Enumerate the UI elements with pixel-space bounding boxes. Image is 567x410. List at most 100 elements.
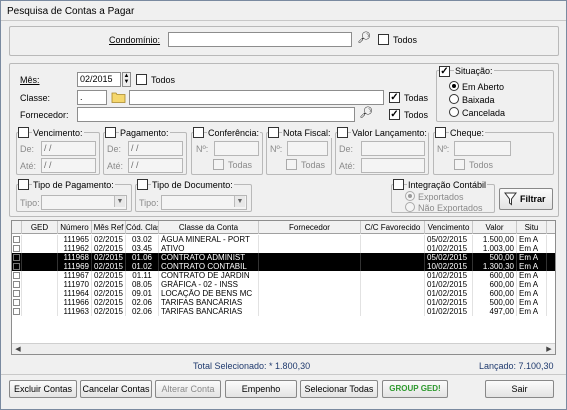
pagamento-label: Pagamento: xyxy=(119,128,170,138)
row-checkbox-icon[interactable] xyxy=(13,290,20,297)
empenho-button[interactable]: Empenho xyxy=(225,380,297,398)
conferencia-checkbox[interactable] xyxy=(193,127,204,138)
column-header-fornecedor[interactable]: Fornecedor xyxy=(259,221,361,234)
nota-fiscal-no-field[interactable] xyxy=(287,141,328,156)
mes-spin-button[interactable]: ▲ ▼ xyxy=(122,72,131,87)
situacao-checkbox[interactable]: ✓ xyxy=(439,66,450,77)
situacao-baixada-radio[interactable] xyxy=(449,94,459,104)
window: Pesquisa de Contas a Pagar Condomínio: 🔎… xyxy=(0,0,567,410)
column-header-c-d-classe[interactable]: Cód. Classe xyxy=(126,221,159,234)
mes-todos-checkbox[interactable] xyxy=(136,74,147,85)
conferencia-todas-checkbox[interactable] xyxy=(213,159,224,170)
situacao-em-aberto-radio[interactable] xyxy=(449,81,459,91)
row-checkbox-icon[interactable] xyxy=(13,281,20,288)
binoculars-icon[interactable]: 🔎︎ xyxy=(357,31,371,44)
filtrar-button[interactable]: Filtrar xyxy=(499,188,553,210)
valor-lancamento-ate-field[interactable] xyxy=(361,158,425,173)
excluir-contas-button[interactable]: Excluir Contas xyxy=(9,380,77,398)
cell-fornecedor xyxy=(259,271,361,280)
column-header-c-c-favorecido[interactable]: C/C Favorecido xyxy=(361,221,425,234)
tipo-pagamento-checkbox[interactable] xyxy=(18,179,29,190)
cheque-todos-checkbox[interactable] xyxy=(454,159,465,170)
column-header-ged[interactable]: GED xyxy=(22,221,58,234)
row-indicator[interactable] xyxy=(12,289,22,298)
scroll-left-icon[interactable]: ◀ xyxy=(13,345,23,354)
column-header-situ[interactable]: Situ xyxy=(517,221,547,234)
column-header-classe-da-conta[interactable]: Classe da Conta xyxy=(159,221,259,234)
tipo-documento-dropdown-icon[interactable]: ▼ xyxy=(234,196,245,207)
table-row[interactable]: 111965 02/2015 03.02 ÁGUA MINERAL - PORT 05/… xyxy=(12,235,555,244)
vencimento-checkbox[interactable] xyxy=(18,127,29,138)
pagamento-ate-field[interactable]: / / xyxy=(128,158,183,173)
mes-field[interactable]: 02/2015 xyxy=(77,72,121,87)
cancelar-contas-button[interactable]: Cancelar Contas xyxy=(80,380,152,398)
table-row[interactable]: 111966 02/2015 02.06 TARIFAS BANCÁRIAS 01/02… xyxy=(12,298,555,307)
row-indicator[interactable] xyxy=(12,253,22,262)
table-row[interactable]: 111963 02/2015 02.06 TARIFAS BANCÁRIAS 01/02… xyxy=(12,307,555,316)
cheque-no-field[interactable] xyxy=(454,141,511,156)
row-checkbox-icon[interactable] xyxy=(13,308,20,315)
situacao-cancelada-radio[interactable] xyxy=(449,107,459,117)
table-row[interactable]: 111968 02/2015 01.06 CONTRATO ADMINIST 05/02… xyxy=(12,253,555,262)
column-header-valor[interactable]: Valor xyxy=(473,221,517,234)
valor-lancamento-de-field[interactable] xyxy=(361,141,425,156)
tipo-pagamento-dropdown-icon[interactable]: ▼ xyxy=(114,196,125,207)
cell-mes: 02/2015 xyxy=(92,262,126,271)
nao-exportados-radio[interactable] xyxy=(405,202,415,212)
row-indicator[interactable] xyxy=(12,298,22,307)
cell-mes: 02/2015 xyxy=(92,235,126,244)
pagamento-checkbox[interactable] xyxy=(105,127,116,138)
valor-lancamento-checkbox[interactable] xyxy=(337,127,348,138)
row-checkbox-icon[interactable] xyxy=(13,245,20,252)
column-header-vencimento[interactable]: Vencimento xyxy=(425,221,473,234)
row-indicator[interactable] xyxy=(12,235,22,244)
group-ged-button[interactable]: GROUP GED! xyxy=(382,380,448,398)
table-row[interactable]: 111969 02/2015 01.02 CONTRATO CONTABIL 10/02… xyxy=(12,262,555,271)
sair-button[interactable]: Sair xyxy=(485,380,554,398)
vencimento-ate-field[interactable]: / / xyxy=(41,158,96,173)
alterar-conta-button[interactable]: Alterar Conta xyxy=(155,380,221,398)
table-row[interactable]: 111964 02/2015 09.01 LOCAÇÃO DE BENS MC 01/0… xyxy=(12,289,555,298)
row-checkbox-icon[interactable] xyxy=(13,299,20,306)
fornecedor-field[interactable] xyxy=(77,107,355,122)
exportados-radio[interactable] xyxy=(405,191,415,201)
classe-todas-checkbox[interactable]: ✓ xyxy=(389,92,400,103)
row-checkbox-icon[interactable] xyxy=(13,254,20,261)
row-indicator[interactable] xyxy=(12,280,22,289)
selecionar-todas-button[interactable]: Selecionar Todas xyxy=(300,380,378,398)
horizontal-scrollbar[interactable]: ◀ ▶ xyxy=(12,343,555,354)
classe-code-field[interactable]: . xyxy=(77,90,107,105)
cell-sit: Em A xyxy=(517,235,547,244)
nota-fiscal-checkbox[interactable] xyxy=(268,127,279,138)
row-indicator[interactable] xyxy=(12,244,22,253)
integracao-checkbox[interactable] xyxy=(393,179,404,190)
tipo-documento-checkbox[interactable] xyxy=(137,179,148,190)
row-indicator[interactable] xyxy=(12,271,22,280)
table-row[interactable]: 111970 02/2015 08.05 GRÁFICA - 02 - INSS 01/… xyxy=(12,280,555,289)
vencimento-de-field[interactable]: / / xyxy=(41,141,96,156)
pagamento-de-field[interactable]: / / xyxy=(128,141,183,156)
column-header-n-mero[interactable]: Número xyxy=(58,221,92,234)
row-indicator[interactable] xyxy=(12,262,22,271)
table-row[interactable]: 111962 02/2015 03.45 ATIVO 01/02/2015 1.003,0… xyxy=(12,244,555,253)
table-row[interactable]: 111967 02/2015 01.11 CONTRATO DE JARDIN 01/0… xyxy=(12,271,555,280)
condominio-field[interactable] xyxy=(168,32,352,47)
contas-grid[interactable]: GEDNúmeroMês RefCód. ClasseClasse da Con… xyxy=(11,220,556,355)
row-indicator[interactable] xyxy=(12,307,22,316)
conferencia-no-field[interactable] xyxy=(214,141,259,156)
cell-sit: Em A xyxy=(517,271,547,280)
row-checkbox-icon[interactable] xyxy=(13,236,20,243)
vencimento-label: Vencimento: xyxy=(32,128,84,138)
column-header-m-s-ref[interactable]: Mês Ref xyxy=(92,221,126,234)
conferencia-label: Conferência: xyxy=(207,128,261,138)
cheque-checkbox[interactable] xyxy=(435,127,446,138)
row-checkbox-icon[interactable] xyxy=(13,263,20,270)
fornecedor-search-icon[interactable]: 🔎︎ xyxy=(359,106,373,119)
condominio-todos-checkbox[interactable] xyxy=(378,34,389,45)
fornecedor-todos-checkbox[interactable]: ✓ xyxy=(389,109,400,120)
classe-name-field[interactable] xyxy=(129,90,384,105)
scroll-right-icon[interactable]: ▶ xyxy=(544,345,554,354)
nota-fiscal-todas-checkbox[interactable] xyxy=(286,159,297,170)
folder-icon[interactable] xyxy=(111,90,126,104)
row-checkbox-icon[interactable] xyxy=(13,272,20,279)
